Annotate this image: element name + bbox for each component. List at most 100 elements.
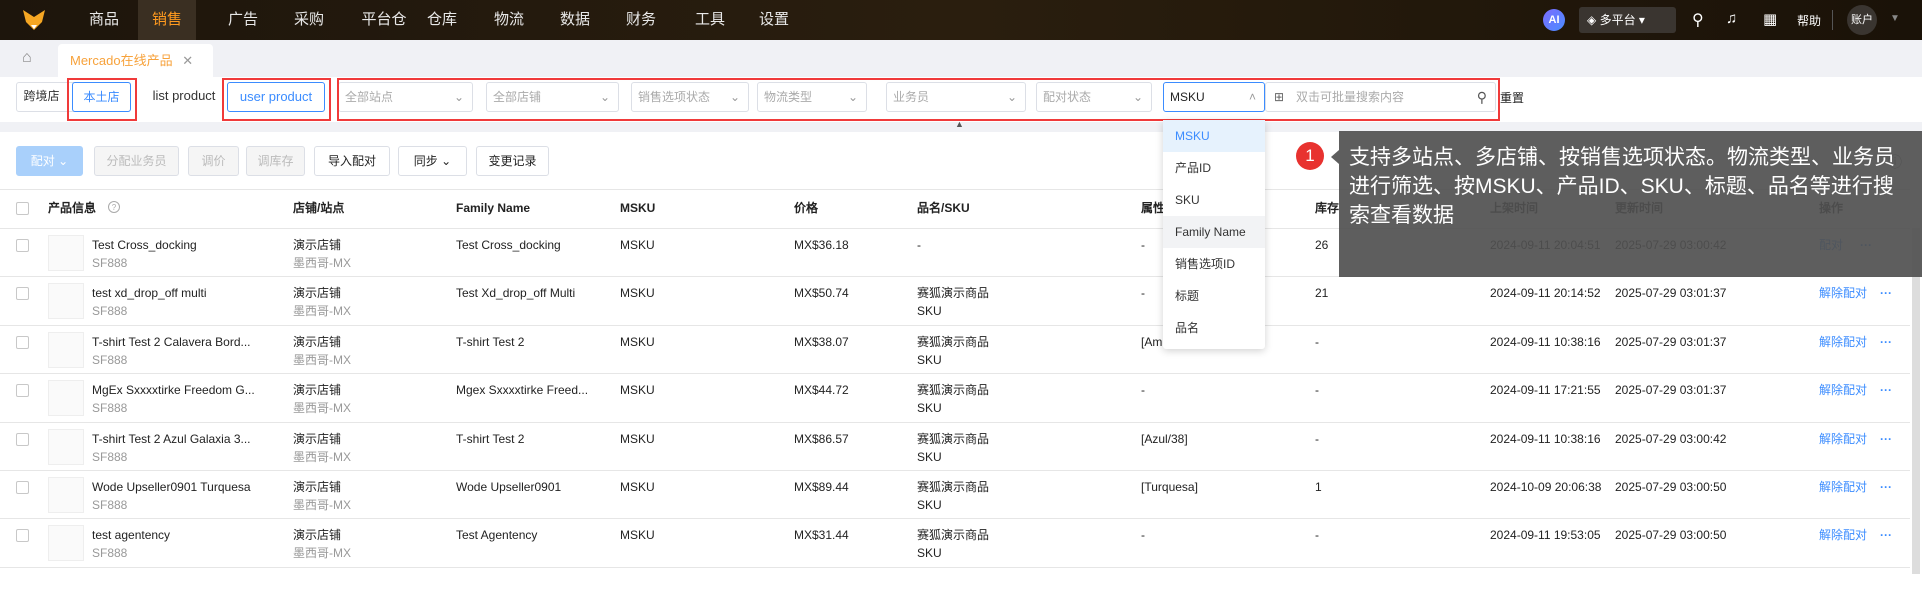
shop-name: 演示店铺 — [293, 480, 342, 494]
nav-item[interactable]: 工具 — [688, 0, 732, 40]
reset-button[interactable]: 重置 — [1500, 89, 1524, 106]
assign-salesperson-button[interactable]: 分配业务员 — [94, 146, 179, 176]
adjust-price-button[interactable]: 调价 — [188, 146, 239, 176]
product-name-sku: SKU — [917, 449, 942, 464]
nav-item[interactable]: 采购 — [287, 0, 331, 40]
column-header: 属性 — [1141, 201, 1166, 215]
list-product-option[interactable]: list product — [145, 82, 223, 112]
shop-name: 演示店铺 — [293, 334, 342, 349]
import-match-button[interactable]: 导入配对 — [314, 146, 390, 176]
close-tab-icon[interactable]: ✕ — [182, 53, 193, 68]
stock: 26 — [1315, 238, 1329, 252]
attributes: - — [1141, 383, 1145, 398]
stock: - — [1315, 528, 1319, 543]
search-field-option[interactable]: 品名 — [1163, 312, 1265, 344]
change-log-button[interactable]: 变更记录 — [476, 146, 549, 176]
headset-icon[interactable]: ♫ — [1726, 10, 1737, 27]
nav-item[interactable]: 设置 — [752, 0, 796, 40]
highlight-box — [337, 78, 1500, 121]
nav-item[interactable]: 商品 — [82, 0, 126, 40]
tab-mercado-products[interactable]: Mercado在线产品 ✕ — [58, 44, 213, 77]
platform-switcher[interactable]: ◈ 多平台 ▾ — [1579, 7, 1676, 33]
product-thumbnail — [48, 331, 84, 368]
product-sku: SF888 — [92, 401, 128, 416]
updated-time: 2025-07-29 03:01:37 — [1615, 383, 1727, 398]
nav-item[interactable]: 平台仓 — [356, 0, 412, 40]
price: MX$44.72 — [794, 383, 849, 398]
account-dropdown-icon[interactable]: ▼ — [1890, 13, 1900, 24]
ai-button[interactable]: AI — [1543, 9, 1565, 31]
row-checkbox[interactable] — [16, 432, 29, 446]
attributes: - — [1141, 286, 1145, 301]
msku: MSKU — [620, 431, 655, 446]
more-actions-icon[interactable]: ··· — [1880, 285, 1892, 301]
row-action-link[interactable]: 解除配对 — [1819, 527, 1867, 543]
row-checkbox[interactable] — [16, 335, 29, 349]
nav-item[interactable]: 广告 — [221, 0, 265, 40]
search-icon[interactable]: ⚲ — [1692, 10, 1704, 30]
shop-name: 演示店铺 — [293, 528, 342, 543]
row-checkbox[interactable] — [16, 529, 29, 543]
home-icon[interactable]: ⌂ — [22, 49, 32, 67]
cross-border-store-option[interactable]: 跨境店 — [16, 82, 67, 112]
select-all-checkbox[interactable] — [16, 202, 29, 215]
search-field-option[interactable]: Family Name — [1163, 216, 1265, 248]
more-actions-icon[interactable]: ··· — [1880, 479, 1892, 495]
product-thumbnail — [48, 380, 84, 417]
adjust-stock-button[interactable]: 调库存 — [246, 146, 305, 176]
table-row: MgEx Sxxxxtirke Freedom G... SF888 演示店铺 墨西哥… — [0, 373, 1910, 421]
search-field-option[interactable]: MSKU — [1163, 120, 1265, 152]
table-row: Wode Upseller0901 Turquesa SF888 演示店铺 墨西哥-M… — [0, 470, 1910, 518]
listed-time: 2024-10-09 20:06:38 — [1490, 480, 1602, 494]
fox-logo-icon[interactable] — [22, 8, 46, 32]
site-name: 墨西哥-MX — [293, 304, 351, 319]
more-actions-icon[interactable]: ··· — [1880, 431, 1892, 447]
help-icon[interactable]: ? — [108, 201, 120, 213]
site-name: 墨西哥-MX — [293, 498, 351, 512]
sync-button[interactable]: 同步 ⌄ — [398, 146, 467, 176]
row-checkbox[interactable] — [16, 287, 29, 301]
nav-item[interactable]: 物流 — [487, 0, 531, 40]
help-link[interactable]: 帮助 — [1797, 12, 1821, 29]
product-name-sku: SKU — [917, 498, 942, 512]
collapse-icon[interactable]: ▲ — [955, 119, 964, 129]
row-checkbox[interactable] — [16, 384, 29, 398]
column-header: MSKU — [620, 201, 656, 215]
row-action-link[interactable]: 解除配对 — [1819, 479, 1867, 495]
search-field-option[interactable]: 产品ID — [1163, 152, 1265, 184]
family-name: Mgex Sxxxxtirke Freed... — [456, 383, 589, 398]
nav-item[interactable]: 财务 — [619, 0, 663, 40]
row-action-link[interactable]: 解除配对 — [1819, 334, 1867, 350]
nav-item[interactable]: 仓库 — [420, 0, 464, 40]
listed-time: 2024-09-11 19:53:05 — [1490, 528, 1601, 543]
row-action-link[interactable]: 解除配对 — [1819, 285, 1867, 301]
row-checkbox[interactable] — [16, 481, 29, 494]
msku: MSKU — [620, 383, 655, 398]
msku: MSKU — [620, 286, 655, 301]
row-checkbox[interactable] — [16, 239, 29, 252]
product-name: 赛狐演示商品 — [917, 286, 990, 301]
search-field-option[interactable]: SKU — [1163, 184, 1265, 216]
more-actions-icon[interactable]: ··· — [1880, 527, 1892, 543]
product-title: test xd_drop_off multi — [92, 286, 207, 301]
divider — [1832, 10, 1833, 30]
match-button[interactable]: 配对 ⌄ — [16, 146, 83, 176]
table-row: test xd_drop_off multi SF888 演示店铺 墨西哥-MX Tes… — [0, 276, 1910, 324]
attributes: - — [1141, 238, 1145, 252]
grid-icon[interactable]: ▦ — [1763, 10, 1777, 28]
more-actions-icon[interactable]: ··· — [1880, 334, 1892, 350]
more-actions-icon[interactable]: ··· — [1880, 382, 1892, 398]
row-action-link[interactable]: 解除配对 — [1819, 431, 1867, 447]
msku: MSKU — [620, 334, 655, 349]
product-sku: SF888 — [92, 304, 128, 319]
search-field-option[interactable]: 销售选项ID — [1163, 248, 1265, 280]
match-label: 配对 — [30, 154, 55, 168]
nav-item[interactable]: 数据 — [553, 0, 597, 40]
scrollbar[interactable] — [1912, 228, 1920, 574]
product-thumbnail — [48, 477, 84, 513]
updated-time: 2025-07-29 03:00:50 — [1615, 480, 1727, 494]
search-field-option[interactable]: 标题 — [1163, 280, 1265, 312]
account-avatar[interactable]: 账户 — [1847, 5, 1877, 35]
row-action-link[interactable]: 解除配对 — [1819, 382, 1867, 398]
nav-item[interactable]: 销售 — [138, 0, 196, 40]
